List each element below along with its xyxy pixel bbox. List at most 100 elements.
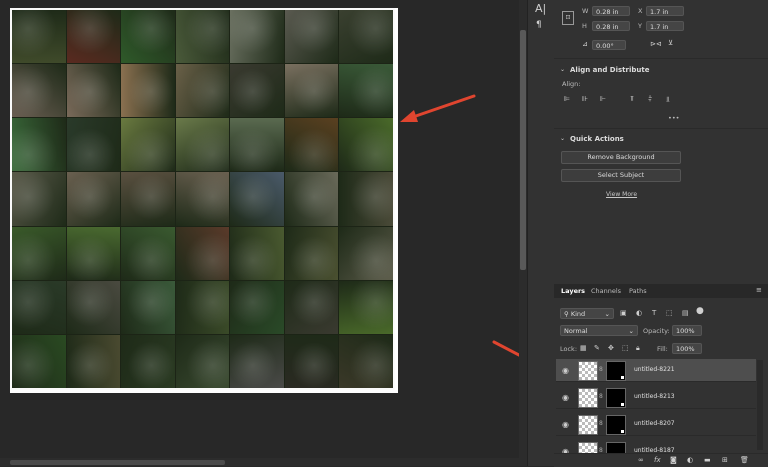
layer-thumbnail[interactable] <box>578 388 598 408</box>
align-left-icon[interactable]: ⊫ <box>564 95 570 103</box>
photo-tile <box>121 226 175 280</box>
horizontal-scroll-thumb[interactable] <box>10 460 225 465</box>
blend-mode-value: Normal <box>564 327 588 335</box>
layers-scrollbar[interactable] <box>757 360 763 450</box>
filter-toggle-icon[interactable]: ● <box>696 306 704 316</box>
photo-tile <box>339 64 393 118</box>
view-more-link[interactable]: View More <box>606 191 637 198</box>
filter-shape-icon[interactable]: ⬚ <box>666 309 673 317</box>
blend-mode-select[interactable]: Normal ⌄ <box>560 325 638 336</box>
more-options[interactable]: ••• <box>668 114 680 122</box>
angle-icon: ⊿ <box>582 40 588 48</box>
layer-name[interactable]: untitled-8207 <box>634 420 675 427</box>
photo-tile <box>175 226 230 280</box>
fill-field[interactable]: 100% <box>672 343 702 354</box>
filter-smart-object-icon[interactable]: ▤ <box>682 309 689 317</box>
eye-icon[interactable]: ◉ <box>562 366 569 375</box>
link-dimensions-icon[interactable]: ⊡ <box>562 11 574 25</box>
photo-tile <box>230 280 284 334</box>
filter-type-icon[interactable]: T <box>652 309 656 317</box>
lock-all-icon[interactable]: 🔒︎ <box>636 344 640 353</box>
photo-tile <box>121 334 175 388</box>
chain-link-icon[interactable]: 8 <box>599 366 603 373</box>
photo-tile <box>339 10 393 64</box>
mask-add-icon[interactable]: ◙ <box>670 456 677 464</box>
document-canvas[interactable] <box>10 8 398 393</box>
lock-artboard-icon[interactable]: ⬚ <box>622 344 629 352</box>
vertical-scroll-thumb[interactable] <box>520 30 526 270</box>
filter-adjustment-icon[interactable]: ◐ <box>636 309 642 317</box>
photo-tile <box>284 10 339 64</box>
trash-icon[interactable]: 🗑︎ <box>740 456 749 464</box>
new-layer-icon[interactable]: ⊞ <box>722 456 728 464</box>
align-bottom-icon[interactable]: ⫫ <box>666 95 670 104</box>
layer-mask-thumbnail[interactable] <box>606 361 626 381</box>
photo-tile <box>121 64 175 118</box>
photo-tile <box>284 118 339 172</box>
eye-icon[interactable]: ◉ <box>562 420 569 429</box>
select-subject-button[interactable]: Select Subject <box>561 169 681 182</box>
y-field[interactable]: 1.7 in <box>646 21 684 31</box>
chevron-down-icon[interactable]: ⌄ <box>560 135 565 142</box>
photo-tile <box>12 64 66 118</box>
annotation-arrow-canvas <box>400 94 476 122</box>
photo-tile <box>175 118 230 172</box>
photo-tile <box>121 280 175 334</box>
photo-tile <box>175 172 230 226</box>
align-top-icon[interactable]: ⫪ <box>630 95 634 104</box>
align-vcenter-icon[interactable]: ⫩ <box>648 95 652 104</box>
panel-menu-icon[interactable]: ≡ <box>756 286 762 294</box>
photo-tile <box>230 64 284 118</box>
link-icon[interactable]: ∞ <box>638 456 644 464</box>
chevron-down-icon[interactable]: ⌄ <box>560 66 565 73</box>
align-right-icon[interactable]: ⊩ <box>600 95 606 103</box>
lock-pixels-icon[interactable]: ✎ <box>594 344 600 352</box>
layer-thumbnail[interactable] <box>578 415 598 435</box>
layer-row[interactable]: ◉ 8 untitled-8221 <box>556 359 756 382</box>
layer-thumbnail[interactable] <box>578 361 598 381</box>
lock-position-icon[interactable]: ✥ <box>608 344 614 352</box>
photo-tile <box>12 10 66 64</box>
layer-mask-thumbnail[interactable] <box>606 388 626 408</box>
photo-tile <box>339 280 393 334</box>
layers-tab-bar <box>554 284 768 298</box>
remove-background-button[interactable]: Remove Background <box>561 151 681 164</box>
flip-horizontal-icon[interactable]: ⊳⊲ <box>650 40 662 48</box>
separator <box>554 58 768 59</box>
filter-pixel-icon[interactable]: ▣ <box>620 309 627 317</box>
layer-filter-select[interactable]: ⚲ Kind ⌄ <box>560 308 614 319</box>
layer-mask-thumbnail[interactable] <box>606 415 626 435</box>
y-label: Y <box>638 22 642 30</box>
chain-link-icon[interactable]: 8 <box>599 393 603 400</box>
width-field[interactable]: 0.28 in <box>592 6 630 16</box>
eye-icon[interactable]: ◉ <box>562 393 569 402</box>
fx-icon[interactable]: fx <box>654 456 661 464</box>
photo-tile <box>66 172 121 226</box>
paragraph-panel-icon[interactable]: ¶ <box>536 20 542 30</box>
adjustment-icon[interactable]: ◐ <box>687 456 693 464</box>
layer-row[interactable]: ◉ 8 untitled-8213 <box>556 386 756 409</box>
opacity-field[interactable]: 100% <box>672 325 702 336</box>
photo-tile <box>121 172 175 226</box>
tab-paths[interactable]: Paths <box>629 287 647 295</box>
flip-vertical-icon[interactable]: ⊻ <box>668 39 673 47</box>
layer-name[interactable]: untitled-8213 <box>634 393 675 400</box>
tab-layers[interactable]: Layers <box>561 287 585 295</box>
height-field[interactable]: 0.28 in <box>592 21 630 31</box>
photo-tile <box>121 10 175 64</box>
tab-channels[interactable]: Channels <box>591 287 621 295</box>
photo-tile <box>284 226 339 280</box>
layer-name[interactable]: untitled-8221 <box>634 366 675 373</box>
photo-tile <box>12 172 66 226</box>
align-hcenter-icon[interactable]: ⊪ <box>582 95 588 103</box>
canvas-area[interactable] <box>0 0 520 466</box>
photo-tile <box>284 334 339 388</box>
angle-field[interactable]: 0.00° <box>592 40 626 50</box>
layer-row[interactable]: ◉ 8 untitled-8207 <box>556 413 756 436</box>
folder-icon[interactable]: ▬ <box>704 456 711 464</box>
chain-link-icon[interactable]: 8 <box>599 420 603 427</box>
lock-transparent-icon[interactable]: ▦ <box>580 344 587 352</box>
character-panel-icon[interactable]: A| <box>535 2 546 15</box>
search-icon: ⚲ <box>564 310 571 318</box>
x-field[interactable]: 1.7 in <box>646 6 684 16</box>
